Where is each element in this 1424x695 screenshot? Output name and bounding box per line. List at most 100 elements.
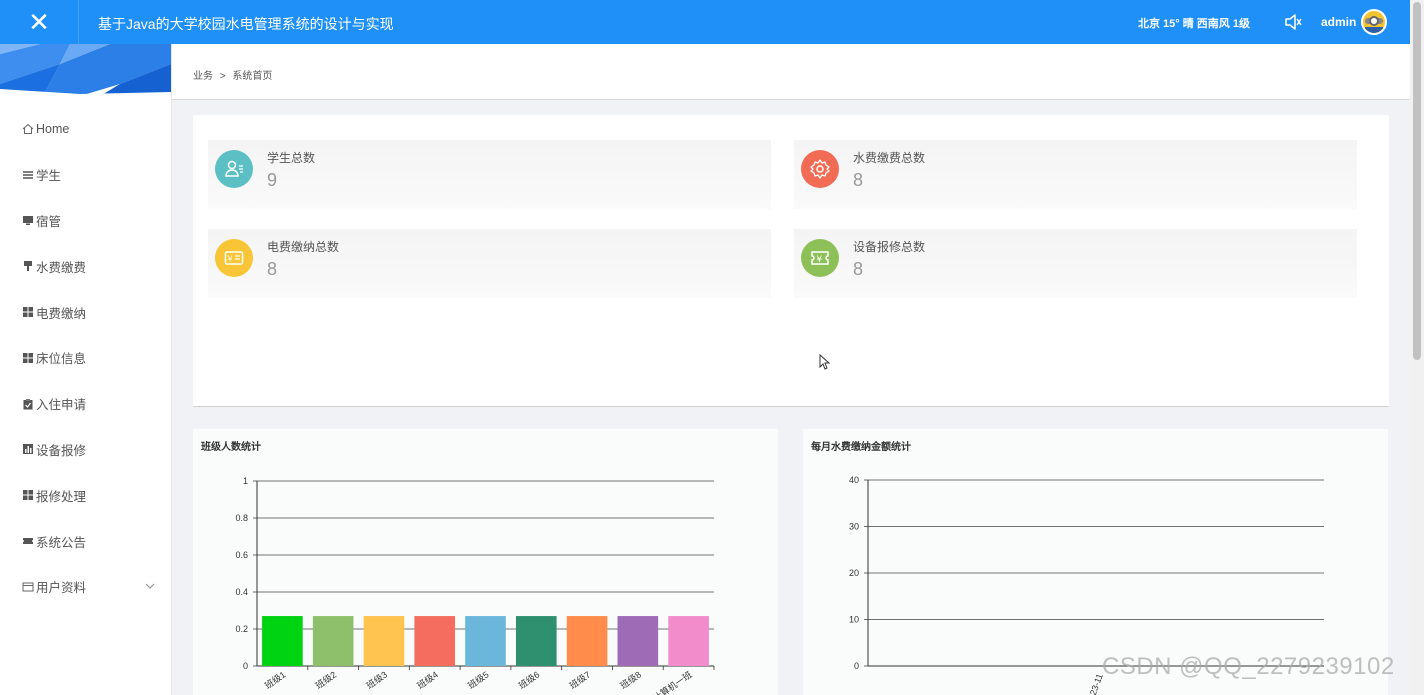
stat-value: 8 [853,170,864,190]
weather-info: 北京 15° 晴 西南风 1级 [1138,18,1250,30]
speaker-mute-icon[interactable] [1284,13,1302,31]
x-tick-label: 班级5 [465,669,490,691]
svg-text:¥: ¥ [817,255,823,265]
class-count-chart: 0 0.2 0.4 0.6 0.8 1 班级1 班级2 班级3 班级4 班级5 班级6 班级7 班级8 计算… [235,476,715,695]
sidebar-item-label: 系统公告 [36,535,87,550]
page-scrollbar[interactable] [1410,0,1424,695]
stat-card-electric-fee[interactable]: ¥ 电费缴纳总数 8 [208,229,771,298]
sidebar-item-checkin-apply[interactable]: 入住申请 [0,381,171,427]
sidebar-item-label: 报修处理 [36,489,87,504]
bar [515,616,557,666]
sidebar-item-bed-info[interactable]: 床位信息 [0,335,171,381]
close-sidebar-button[interactable]: ✕ [0,0,79,44]
app-title: 基于Java的大学校园水电管理系统的设计与实现 [98,16,394,32]
x-tick-label: 计算机一班 [651,669,694,695]
watermark: CSDN @QQ_2279239102 [1102,653,1395,680]
sidebar-item-label: 设备报修 [36,443,87,458]
y-tick-label: 30 [849,522,859,532]
mouse-cursor-icon [819,354,831,370]
bar [262,616,303,666]
sidebar-menu: Home 学生 宿管 水费缴费 电费缴纳 床位信息 入住申请 设备报修 报修处理… [0,106,171,610]
y-tick-label: 0.6 [235,550,248,560]
clipboard-icon [23,398,33,410]
sidebar-item-label: 水费缴费 [36,260,87,275]
x-tick-label: 班级8 [618,669,643,691]
chart-icon [23,444,33,455]
yuan-card-icon: ¥ [215,239,253,277]
sidebar-item-label: 入住申请 [36,398,87,413]
avatar[interactable] [1361,9,1387,35]
sidebar-item-label: 宿管 [36,214,62,229]
sidebar-item-students[interactable]: 学生 [0,152,171,198]
bar [668,616,709,666]
sidebar-item-repair-handle[interactable]: 报修处理 [0,472,171,518]
breadcrumb-separator: > [219,71,226,82]
x-tick-label: 班级6 [516,669,541,691]
bar [465,616,506,666]
stat-card-repair[interactable]: ¥ 设备报修总数 8 [794,229,1357,298]
pin-icon [24,261,32,272]
list-icon [23,170,33,179]
y-tick-label: 10 [849,615,859,625]
sidebar-item-electric-fee[interactable]: 电费缴纳 [0,289,171,335]
sidebar-item-label: 电费缴纳 [36,306,87,321]
sidebar-item-dorm-admin[interactable]: 宿管 [0,198,171,244]
sidebar-item-home[interactable]: Home [0,106,171,152]
scrollbar-thumb[interactable] [1413,2,1421,360]
x-tick-label: 班级4 [415,669,440,691]
settings-icon [801,150,839,188]
sidebar-item-label: 用户资料 [36,581,87,596]
x-tick-label: 班级7 [567,669,592,691]
bar [566,616,608,666]
y-tick-label: 20 [849,568,859,578]
breadcrumb-bar: 业务 > 系统首页 [172,44,1410,100]
sidebar-item-announcements[interactable]: 系统公告 [0,518,171,564]
stat-label: 水费缴费总数 [853,151,926,165]
bar [312,616,354,666]
sidebar-banner [0,44,171,102]
sidebar-item-label: 床位信息 [36,352,87,367]
breadcrumb-parent[interactable]: 业务 [193,71,213,82]
grid-icon [23,352,33,363]
stats-panel: 学生总数 9 水费缴费总数 8 ¥ 电费缴纳总数 8 ¥ 设备报修总数 8 [193,115,1389,407]
class-count-chart-panel: 班级人数统计 0 0.2 0.4 0.6 0.8 1 班级1 班级2 班级3 班级4 班级5 班级6 班… [193,429,778,695]
sidebar-item-label: Home [36,121,70,136]
sidebar-item-label: 学生 [36,169,62,184]
y-tick-label: 1 [243,476,248,486]
ticket-icon [23,538,33,545]
sidebar-item-water-fee[interactable]: 水费缴费 [0,243,171,289]
stat-value: 9 [267,170,278,190]
monitor-icon [23,216,33,226]
y-tick-label: 40 [849,475,859,485]
grid-icon [23,490,33,501]
stat-label: 电费缴纳总数 [267,240,340,254]
y-tick-label: 0.4 [235,587,248,597]
sidebar: Home 学生 宿管 水费缴费 电费缴纳 床位信息 入住申请 设备报修 报修处理… [0,44,172,695]
y-tick-label: 0.2 [235,624,248,634]
x-tick-label: 班级1 [262,669,287,691]
stat-card-water-fee[interactable]: 水费缴费总数 8 [794,140,1357,209]
bar [363,616,405,666]
y-tick-label: 0.8 [235,513,248,523]
stat-card-students[interactable]: 学生总数 9 [208,140,771,209]
bar [414,616,456,666]
user-icon [215,150,253,188]
chevron-down-icon [145,583,155,589]
sidebar-item-repair[interactable]: 设备报修 [0,427,171,473]
home-icon [22,123,34,134]
sidebar-item-user-profile[interactable]: 用户资料 [0,564,171,610]
username[interactable]: admin [1321,15,1356,29]
stat-value: 8 [267,259,278,279]
x-tick-label: 班级2 [313,669,338,691]
stat-label: 学生总数 [267,151,316,165]
card-icon [22,582,34,592]
breadcrumb: 业务 > 系统首页 [193,67,272,82]
top-header: ✕ 基于Java的大学校园水电管理系统的设计与实现 北京 15° 晴 西南风 1… [0,0,1410,44]
grid-icon [23,307,33,318]
yuan-ticket-icon: ¥ [801,239,839,277]
svg-text:¥: ¥ [228,255,233,264]
stat-value: 8 [853,259,864,279]
bar [617,616,659,666]
y-tick-label: 0 [243,661,248,671]
breadcrumb-current: 系统首页 [232,71,273,82]
